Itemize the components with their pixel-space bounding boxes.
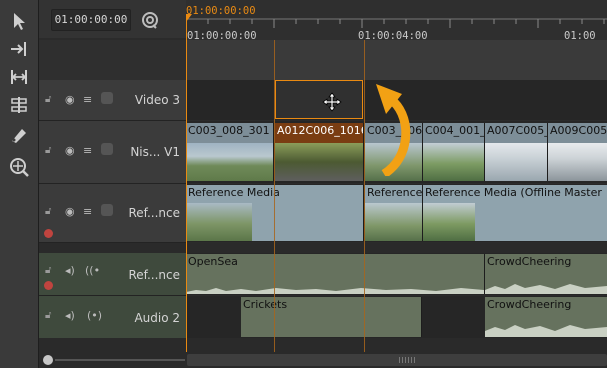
timecode-display[interactable]: 01:00:00:00 xyxy=(51,9,131,31)
tool-palette xyxy=(0,0,39,368)
video-clip[interactable]: Reference Media (Offline Master xyxy=(423,185,607,241)
track-name: Video 3 xyxy=(134,93,180,107)
clip-thumbnail xyxy=(548,143,607,181)
solo-icon[interactable]: (•) xyxy=(87,309,102,322)
clip-name: A007C005_ xyxy=(487,124,548,137)
audio-waveform xyxy=(186,288,484,294)
scroll-thumb[interactable] xyxy=(187,354,607,366)
track-options-icon[interactable] xyxy=(101,143,113,155)
track-header-reference-audio[interactable]: 🔓︎ ◂) ((• Ref...nce xyxy=(39,253,186,296)
track-options-icon[interactable] xyxy=(101,92,113,104)
clip-name: A012C006_1016 xyxy=(277,124,364,137)
layers-icon[interactable]: ≡ xyxy=(83,205,92,218)
clip-thumbnail xyxy=(275,143,363,181)
audio-clip[interactable]: CrowdCheering xyxy=(485,254,607,294)
move-up-arrow-icon xyxy=(376,84,411,176)
move-cursor-icon xyxy=(322,92,342,112)
snap-guide-line xyxy=(364,40,365,352)
track-name: Nis... V1 xyxy=(130,145,180,159)
clip-thumbnail xyxy=(186,143,273,181)
lock-icon[interactable]: 🔓︎ xyxy=(45,310,51,321)
audio-waveform xyxy=(485,325,607,337)
ripple-insert-icon[interactable] xyxy=(6,36,32,62)
track-header-v1[interactable]: 🔓︎ ◉ ≡ Nis... V1 xyxy=(39,121,186,184)
track-header-video3[interactable]: 🔓︎ ◉ ≡ Video 3 xyxy=(39,80,186,121)
speaker-icon[interactable]: ◂) xyxy=(65,264,75,277)
clip-thumbnail xyxy=(186,203,252,241)
audio-clip[interactable]: CrowdCheering xyxy=(485,297,607,337)
timeline-ruler[interactable]: 01:00:00:00 01:00:00:00 01:00:04:00 01:0… xyxy=(186,0,607,42)
layers-icon[interactable]: ≡ xyxy=(83,144,92,157)
audio-waveform xyxy=(485,284,607,294)
slip-icon[interactable] xyxy=(6,64,32,90)
clip-thumbnail xyxy=(485,143,547,181)
slide-icon[interactable] xyxy=(6,92,32,118)
offline-warning-icon xyxy=(44,281,53,290)
clip-thumbnail xyxy=(423,203,475,241)
audio-clip[interactable]: Crickets xyxy=(241,297,422,337)
zoom-slider-handle[interactable] xyxy=(43,355,53,365)
eye-icon[interactable]: ◉ xyxy=(65,205,75,218)
track-name: Ref...nce xyxy=(128,268,180,282)
lock-icon[interactable]: 🔓︎ xyxy=(45,94,51,105)
video-clip[interactable]: Reference xyxy=(365,185,423,241)
clip-name: C004_001_ xyxy=(425,124,485,137)
track-name: Ref...nce xyxy=(128,206,180,220)
track-lane-reference-audio[interactable]: OpenSea CrowdCheering xyxy=(186,253,607,295)
track-header-reference-video[interactable]: 🔓︎ ◉ ≡ Ref...nce xyxy=(39,184,186,243)
video-clip-selected[interactable]: A012C006_1016 xyxy=(275,123,364,181)
playhead-line[interactable] xyxy=(186,14,187,352)
offline-warning-icon xyxy=(44,229,53,238)
waveform-icon[interactable]: ((• xyxy=(85,264,100,277)
track-lane-audio2[interactable]: Crickets CrowdCheering xyxy=(186,296,607,338)
clip-name: C003_008_301 xyxy=(188,124,270,137)
eye-icon[interactable]: ◉ xyxy=(65,93,75,106)
layers-icon[interactable]: ≡ xyxy=(83,93,92,106)
clip-name: Crickets xyxy=(243,298,288,311)
horizontal-scrollbar[interactable] xyxy=(39,352,607,368)
track-lane-reference-video[interactable]: Reference Media Reference Reference Medi… xyxy=(186,184,607,242)
drop-target-outline xyxy=(275,80,363,119)
clip-name: Reference Media xyxy=(188,186,280,199)
lock-icon[interactable]: 🔓︎ xyxy=(45,206,51,217)
video-clip[interactable]: A007C005_ xyxy=(485,123,548,181)
razor-icon[interactable] xyxy=(6,122,32,148)
video-clip[interactable]: C004_001_ xyxy=(423,123,485,181)
clip-name: A009C005_ xyxy=(550,124,607,137)
snap-magnet-icon[interactable] xyxy=(141,11,159,29)
snap-guide-line xyxy=(274,40,275,352)
audio-clip[interactable]: OpenSea xyxy=(186,254,485,294)
lock-icon[interactable]: 🔓︎ xyxy=(45,145,51,156)
zoom-slider-track[interactable] xyxy=(55,359,185,361)
video-audio-divider[interactable] xyxy=(39,243,607,253)
magnifier-icon[interactable] xyxy=(6,154,32,180)
video-clip[interactable]: C003_008_301 xyxy=(186,123,274,181)
track-options-icon[interactable] xyxy=(101,204,113,216)
eye-icon[interactable]: ◉ xyxy=(65,144,75,157)
video-clip[interactable]: Reference Media xyxy=(186,185,364,241)
select-arrow-icon[interactable] xyxy=(6,8,32,34)
grip-icon xyxy=(399,357,415,363)
clip-thumbnail xyxy=(365,203,422,241)
speaker-icon[interactable]: ◂) xyxy=(65,309,75,322)
clip-thumbnail xyxy=(423,143,484,181)
clip-name: Reference xyxy=(367,186,423,199)
video-clip[interactable]: A009C005_ xyxy=(548,123,607,181)
clip-name: Reference Media (Offline Master xyxy=(425,186,602,199)
track-header-audio2[interactable]: 🔓︎ ◂) (•) Audio 2 xyxy=(39,296,186,339)
track-name: Audio 2 xyxy=(134,311,180,325)
lock-icon[interactable]: 🔓︎ xyxy=(45,265,51,276)
